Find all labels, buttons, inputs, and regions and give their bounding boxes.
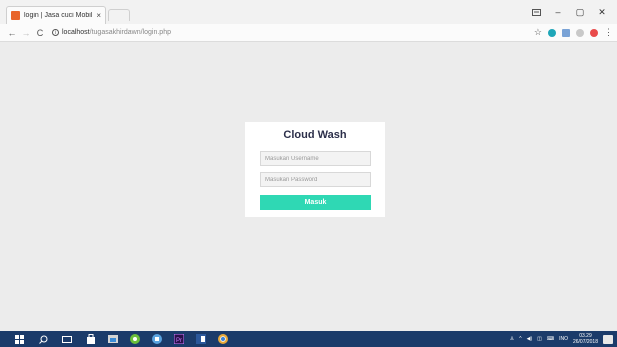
extension-blue-icon[interactable] [548,28,556,37]
browser-titlebar: login | Jasa cuci Mobil di × – ▢ ✕ [0,0,617,24]
windows-defender-icon[interactable] [152,334,162,344]
reload-icon[interactable]: C [34,25,46,40]
app-title: Cloud Wash [283,129,347,141]
bookmark-star-icon[interactable]: ☆ [534,27,542,38]
windows-taskbar: Pr ♙ ^ ◀) ◫ ⌨ INO 03.29 26/07/2018 [0,331,617,347]
network-icon[interactable]: ◫ [537,336,542,342]
clock-date: 26/07/2018 [572,339,598,345]
chrome-icon[interactable] [218,334,228,344]
extension-puzzle-icon[interactable] [562,28,570,37]
profile-icon[interactable] [525,2,547,22]
browser-toolbar: ← → C i localhost/tugasakhirdawn/login.p… [0,24,617,42]
keyboard-icon[interactable]: ⌨ [547,336,554,342]
extension-red-icon[interactable] [590,28,598,37]
volume-icon[interactable]: ◀) [527,336,533,342]
browser-menu-icon[interactable]: ⋮ [604,27,613,38]
info-icon[interactable]: i [52,29,59,36]
svg-text:Pr: Pr [176,338,182,344]
favicon-icon [11,11,20,20]
url-path: /tugasakhirdawn/login.php [89,29,171,36]
tray-chevron-icon[interactable]: ^ [519,336,521,342]
password-input[interactable] [260,172,371,187]
login-card: Cloud Wash Masuk [245,122,385,217]
extension-icons: ☆ ⋮ [534,25,613,40]
url-host: localhost [62,29,90,36]
close-window-button[interactable]: ✕ [591,2,613,22]
store-icon[interactable] [86,334,96,344]
extension-gray-icon[interactable] [576,28,584,37]
search-icon[interactable] [38,334,48,344]
chrome-green-icon[interactable] [130,334,140,344]
maximize-button[interactable]: ▢ [569,2,591,22]
username-input[interactable] [260,151,371,166]
people-icon[interactable]: ♙ [510,336,514,342]
url-text: localhost/tugasakhirdawn/login.php [62,29,171,36]
browser-tab[interactable]: login | Jasa cuci Mobil di × [6,6,106,24]
tab-close-icon[interactable]: × [96,11,101,20]
login-button[interactable]: Masuk [260,195,371,210]
system-tray: ♙ ^ ◀) ◫ ⌨ INO 03.29 26/07/2018 [510,331,613,347]
photos-icon[interactable] [108,334,118,344]
address-bar[interactable]: i localhost/tugasakhirdawn/login.php [52,26,532,39]
page-viewport: Cloud Wash Masuk [0,42,617,331]
minimize-button[interactable]: – [547,2,569,22]
notification-icon[interactable] [603,334,613,344]
clock[interactable]: 03.29 26/07/2018 [573,333,598,345]
language-indicator[interactable]: INO [559,336,568,342]
forward-arrow-icon[interactable]: → [20,25,32,40]
back-arrow-icon[interactable]: ← [6,25,18,40]
task-view-icon[interactable] [62,334,72,344]
window-controls: – ▢ ✕ [525,2,613,22]
premiere-icon[interactable]: Pr [174,334,184,344]
new-tab-button[interactable] [108,9,130,21]
start-icon[interactable] [14,334,24,344]
tab-title: login | Jasa cuci Mobil di [24,12,93,19]
word-icon[interactable] [196,334,206,344]
